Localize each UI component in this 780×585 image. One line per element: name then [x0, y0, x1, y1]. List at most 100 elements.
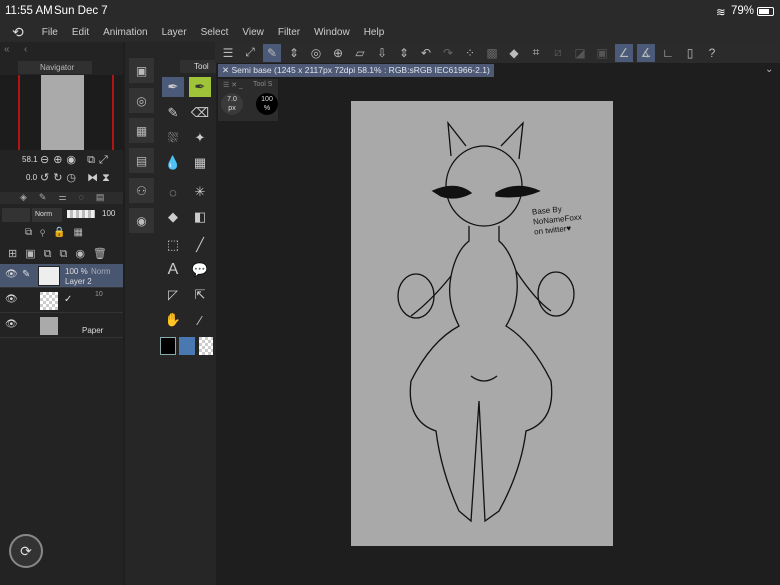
selection-outside-icon[interactable]: ⧄ — [549, 44, 567, 62]
balloon-icon[interactable]: 💬 — [189, 260, 211, 280]
menu-edit[interactable]: Edit — [72, 27, 89, 38]
menu-view[interactable]: View — [242, 27, 264, 38]
layer-action-icons[interactable]: ⊞▣⧉⧉◉🗑 — [8, 247, 115, 261]
sub-color-swatch[interactable] — [179, 337, 195, 355]
mesh-icon[interactable]: ▦ — [189, 153, 211, 173]
main-color-swatch[interactable] — [160, 337, 176, 355]
edit-mode-icon[interactable]: ✎ — [263, 43, 281, 62]
transparent-color-swatch[interactable] — [199, 337, 213, 355]
navigator-preview[interactable] — [0, 75, 123, 150]
tab-navigator[interactable]: Navigator — [18, 61, 92, 74]
blend-mode-select[interactable]: Norm — [32, 208, 62, 222]
menu-filter[interactable]: Filter — [278, 27, 300, 38]
grid-snap-icon[interactable]: ∟ — [659, 44, 677, 62]
selection-icon[interactable]: ▣ — [593, 44, 611, 62]
chevron-down-icon[interactable]: ⌄ — [765, 64, 773, 75]
sub-view-icon[interactable]: ◉ — [129, 208, 154, 233]
undo-icon[interactable]: ↶ — [417, 44, 435, 62]
open-folder-icon[interactable]: ▱ — [351, 44, 369, 62]
opacity-slider[interactable] — [67, 210, 95, 218]
fill-icon[interactable]: ◆ — [162, 207, 184, 227]
eye-icon[interactable]: 👁 — [5, 269, 18, 280]
rotation-value[interactable]: 0.0 — [26, 173, 37, 182]
lasso-icon[interactable]: ◌ — [162, 182, 184, 202]
color-set-icon[interactable]: ▦ — [129, 118, 154, 143]
tool-settings-panel: ☰ ✕ _ Tool S 7.0 px 100% — [218, 79, 278, 121]
object-icon[interactable]: ⬚ — [162, 235, 184, 255]
menu-icon[interactable]: ☰ — [219, 44, 237, 62]
canvas-paper[interactable]: Base By NoNameFoxx on twitter♥ — [351, 101, 613, 546]
invert-selection-icon[interactable]: ◪ — [571, 44, 589, 62]
layer-panel-tabs[interactable]: ◈✎⚌◌▤ — [0, 192, 123, 204]
clip-studio-icon[interactable]: ◎ — [307, 44, 325, 62]
command-bar: ☰ ⤢ ✎ ⇕ ◎ ⊕ ▱ ⇩ ⇕ ↶ ↷ ⁘ ▩ ◆ ⌗ ⧄ ◪ ▣ ∠ ∡ … — [215, 42, 780, 63]
menu-select[interactable]: Select — [201, 27, 229, 38]
artwork-drawing — [397, 120, 575, 523]
timeline-icon[interactable]: ▤ — [129, 148, 154, 173]
clip-studio-logo-icon[interactable]: ⟲ — [12, 24, 24, 41]
new-file-icon[interactable]: ⊕ — [329, 44, 347, 62]
layer-name: Layer 2 — [65, 277, 92, 286]
zoom-controls[interactable]: ⊖⊕◉ ⧉⤢ — [40, 153, 112, 167]
pen-tool-icon[interactable]: ✒ — [162, 77, 184, 97]
menu-file[interactable]: File — [42, 27, 58, 38]
menu-window[interactable]: Window — [314, 27, 350, 38]
gradient-icon[interactable]: ◧ — [189, 207, 211, 227]
save-icon[interactable]: ⇩ — [373, 44, 391, 62]
layer-thumbnail — [40, 317, 58, 335]
eye-icon[interactable]: 👁 — [5, 319, 18, 330]
special-ruler-snap-icon[interactable]: ∡ — [637, 43, 655, 62]
rotation-controls[interactable]: ↺↻◷ ⧓⧗ — [40, 171, 114, 185]
menu-animation[interactable]: Animation — [103, 27, 147, 38]
search-icon[interactable]: ◎ — [129, 88, 154, 113]
ruler-icon[interactable]: ⇱ — [189, 285, 211, 305]
layer-lock-icons[interactable]: ⧉⚲🔒▦ — [25, 227, 91, 238]
clear-icon[interactable]: ▩ — [483, 44, 501, 62]
check-icon: ✓ — [64, 294, 73, 305]
color-mix-icon[interactable]: ⚇ — [129, 178, 154, 203]
redo-icon[interactable]: ↷ — [439, 44, 457, 62]
airbrush-icon[interactable]: ⛆ — [162, 128, 184, 148]
hand-icon[interactable]: ✋ — [162, 310, 184, 330]
transform-icon[interactable]: ⌗ — [527, 44, 545, 62]
decoration-icon[interactable]: ✦ — [189, 128, 211, 148]
layer-row[interactable]: 👁 ✓ 10 — [0, 289, 123, 313]
updown-icon[interactable]: ⇕ — [395, 44, 413, 62]
magic-wand-icon[interactable]: ✳ — [189, 182, 211, 202]
material-icon[interactable]: ▣ — [129, 58, 154, 83]
tool-settings-title: Tool S — [253, 81, 273, 88]
quick-access-button[interactable]: ⟳ — [9, 534, 43, 568]
layer-mode-label: Norm — [91, 267, 111, 276]
frame-border-icon[interactable]: ◸ — [162, 285, 184, 305]
brush-size-button[interactable]: 7.0 px — [221, 93, 243, 115]
eye-icon[interactable]: 👁 — [5, 294, 18, 305]
collapse-icon[interactable]: « — [4, 44, 10, 55]
fill-icon[interactable]: ◆ — [505, 44, 523, 62]
opacity-button[interactable]: 100% — [256, 93, 278, 115]
updown-icon[interactable]: ⇕ — [285, 44, 303, 62]
help-icon[interactable]: ? — [703, 44, 721, 62]
eraser-icon[interactable]: ⌫ — [189, 103, 211, 123]
line-icon[interactable]: ╱ — [189, 235, 211, 255]
fullscreen-icon[interactable]: ⤢ — [241, 44, 259, 62]
blend-icon[interactable]: 💧 — [162, 153, 184, 173]
text-icon[interactable]: A — [162, 260, 184, 280]
menu-layer[interactable]: Layer — [162, 27, 187, 38]
brush-tool-icon[interactable]: ✎ — [162, 103, 184, 123]
chevron-left-icon[interactable]: ‹ — [24, 44, 27, 55]
layer-row[interactable]: 👁 ✎ 100 % Norm Layer 2 — [0, 264, 123, 288]
menu-help[interactable]: Help — [364, 27, 385, 38]
device-icon[interactable]: ▯ — [681, 44, 699, 62]
ruler-snap-icon[interactable]: ∠ — [615, 43, 633, 62]
zoom-value[interactable]: 58.1 — [22, 155, 38, 164]
tab-tool[interactable]: Tool — [180, 60, 216, 73]
eyedropper-icon[interactable]: ⁄ — [189, 310, 211, 330]
document-tab[interactable]: ✕ Semi base (1245 x 2117px 72dpi 58.1% :… — [218, 64, 494, 77]
layer-row[interactable]: 👁 Paper — [0, 314, 123, 338]
status-bar: 11:55 AM Sun Dec 7 ≋ 79% — [0, 0, 780, 22]
layer-type-select[interactable] — [2, 208, 30, 222]
deselect-icon[interactable]: ⁘ — [461, 44, 479, 62]
pencil-tool-icon[interactable]: ✒ — [189, 77, 211, 97]
layer-opacity[interactable]: 100 — [102, 209, 115, 218]
command-bar-strip: ▣ ◎ ▦ ▤ ⚇ ◉ — [125, 42, 158, 585]
